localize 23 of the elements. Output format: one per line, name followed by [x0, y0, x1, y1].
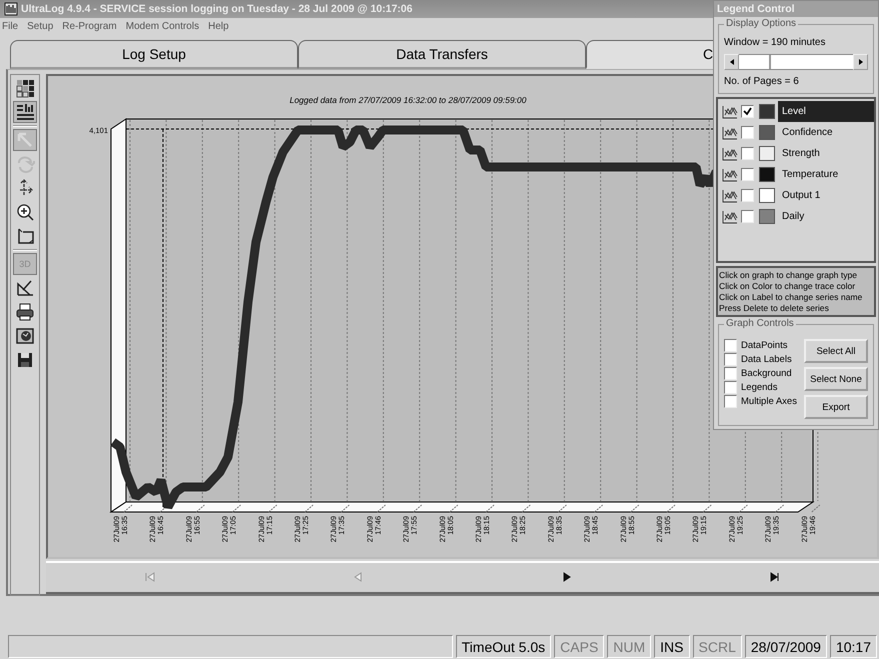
status-indicator: TimeOut 5.0s [456, 635, 552, 658]
help-text: Click on Label to change series name [719, 292, 864, 304]
panel-title: Legend Control [714, 1, 878, 17]
status-indicator: 28/07/2009 [744, 635, 827, 658]
window-label: Window = 190 minutes [724, 37, 826, 48]
status-indicator: INS [654, 635, 690, 658]
status-indicator: NUM [607, 635, 652, 658]
window-title: UltraLog 4.9.4 - SERVICE session logging on Tuesday - 28 Jul 2009 @ 10:17:06 [21, 3, 412, 15]
status-indicator: 10:17 [830, 635, 877, 658]
status-indicator: SCRL [692, 635, 742, 658]
checkbox-label: DataPoints [741, 340, 788, 351]
pages-label: No. of Pages = 6 [724, 76, 800, 87]
help-text: Click on graph to change graph type [719, 270, 858, 282]
status-indicator: CAPS [554, 635, 604, 658]
help-text: Click on Color to change trace color [719, 281, 856, 292]
checkbox-label: Legends [741, 382, 778, 393]
checkbox-label: Multiple Axes [741, 396, 797, 407]
checkbox-label: Data Labels [741, 354, 792, 365]
group-title: Display Options [724, 18, 798, 29]
help-text: Press Delete to delete series [719, 303, 830, 314]
group-title: Graph Controls [724, 318, 796, 329]
chart-title: Logged data from 27/07/2009 16:32:00 to 28/07/2009 09:59:00 [290, 95, 526, 105]
checkbox-label: Background [741, 368, 792, 379]
